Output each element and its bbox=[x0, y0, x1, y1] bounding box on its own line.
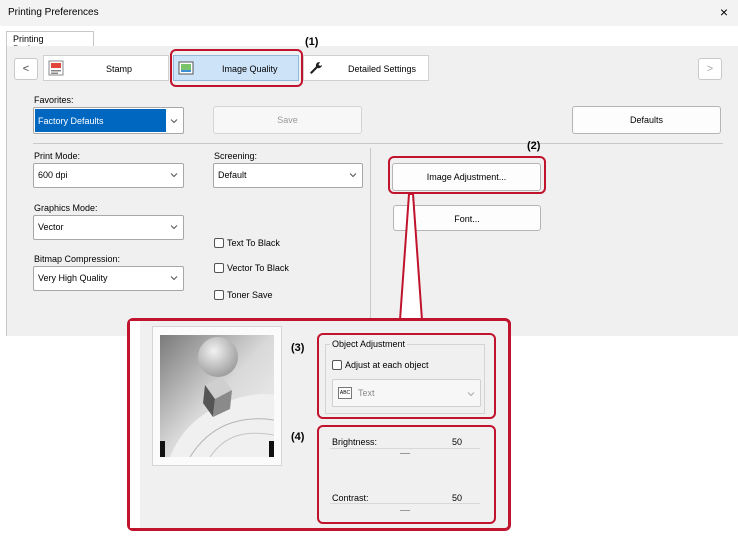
chevron-down-icon bbox=[349, 173, 357, 178]
vector-to-black-checkbox[interactable] bbox=[214, 263, 224, 273]
tab-stamp-label: Stamp bbox=[106, 64, 133, 74]
brightness-value: 50 bbox=[452, 437, 463, 447]
contrast-value: 50 bbox=[452, 493, 463, 503]
screening-combo[interactable]: Default bbox=[213, 163, 363, 188]
adjust-each-object-checkbox[interactable] bbox=[332, 360, 342, 370]
object-adjustment-label: Object Adjustment bbox=[330, 339, 408, 349]
inset-left-margin bbox=[130, 321, 140, 528]
chevron-down-icon bbox=[467, 392, 475, 397]
callout-2: (2) bbox=[527, 140, 541, 152]
brightness-label: Brightness: bbox=[332, 437, 378, 447]
bitmap-compression-value: Very High Quality bbox=[38, 273, 108, 283]
text-to-black-label: Text To Black bbox=[227, 238, 280, 248]
close-icon[interactable]: × bbox=[715, 3, 733, 21]
font-button[interactable]: Font... bbox=[393, 205, 541, 231]
tab-printing-preferences[interactable]: Printing Preferences bbox=[6, 31, 94, 54]
contrast-label: Contrast: bbox=[332, 493, 369, 503]
callout-3: (3) bbox=[291, 342, 305, 354]
chevron-down-icon bbox=[170, 119, 178, 124]
save-button[interactable]: Save bbox=[213, 106, 362, 134]
favorites-combo[interactable]: Factory Defaults bbox=[33, 107, 184, 134]
chevron-down-icon bbox=[170, 173, 178, 178]
screening-label: Screening: bbox=[214, 151, 258, 161]
print-mode-label: Print Mode: bbox=[34, 151, 81, 161]
window-title: Printing Preferences bbox=[8, 7, 99, 18]
graphics-mode-label: Graphics Mode: bbox=[34, 203, 98, 213]
print-mode-value: 600 dpi bbox=[38, 170, 68, 180]
brightness-slider-track[interactable] bbox=[330, 448, 480, 449]
bitmap-compression-label: Bitmap Compression: bbox=[34, 254, 121, 264]
bitmap-compression-combo[interactable]: Very High Quality bbox=[33, 266, 184, 291]
chevron-down-icon bbox=[170, 225, 178, 230]
vector-to-black-label: Vector To Black bbox=[227, 263, 289, 273]
screening-value: Default bbox=[218, 170, 247, 180]
text-type-icon: ABC bbox=[338, 387, 352, 399]
tab-stamp[interactable]: Stamp bbox=[43, 55, 169, 81]
favorites-value: Factory Defaults bbox=[35, 109, 166, 132]
title-bar bbox=[0, 0, 738, 26]
tab-detailed-settings-label: Detailed Settings bbox=[348, 64, 417, 74]
preview-image bbox=[160, 335, 274, 457]
chevron-down-icon bbox=[170, 276, 178, 281]
print-mode-combo[interactable]: 600 dpi bbox=[33, 163, 184, 188]
graphics-mode-combo[interactable]: Vector bbox=[33, 215, 184, 240]
text-to-black-checkbox[interactable] bbox=[214, 238, 224, 248]
adjust-each-object-label: Adjust at each object bbox=[345, 360, 429, 370]
tab-detailed-settings[interactable]: Detailed Settings bbox=[303, 55, 429, 81]
defaults-button[interactable]: Defaults bbox=[572, 106, 721, 134]
main-panel bbox=[6, 46, 738, 336]
column-divider bbox=[370, 148, 371, 318]
favorites-label: Favorites: bbox=[34, 95, 74, 105]
callout-4: (4) bbox=[291, 431, 305, 443]
contrast-slider-track[interactable] bbox=[330, 503, 480, 504]
contrast-slider-thumb[interactable] bbox=[400, 510, 410, 511]
callout-2-frame bbox=[388, 156, 546, 194]
callout-1-frame bbox=[170, 49, 303, 87]
toner-save-checkbox[interactable] bbox=[214, 290, 224, 300]
callout-1: (1) bbox=[305, 36, 319, 48]
brightness-slider-thumb[interactable] bbox=[400, 453, 410, 454]
object-type-combo[interactable]: ABC Text bbox=[332, 379, 481, 407]
section-divider bbox=[33, 143, 723, 144]
stamp-icon bbox=[48, 60, 64, 76]
graphics-mode-value: Vector bbox=[38, 222, 64, 232]
object-type-value: Text bbox=[358, 388, 375, 398]
nav-next-button[interactable]: > bbox=[698, 58, 722, 80]
toner-save-label: Toner Save bbox=[227, 290, 273, 300]
preview-frame bbox=[152, 326, 282, 466]
nav-prev-button[interactable]: < bbox=[14, 58, 38, 80]
wrench-icon bbox=[310, 62, 322, 74]
